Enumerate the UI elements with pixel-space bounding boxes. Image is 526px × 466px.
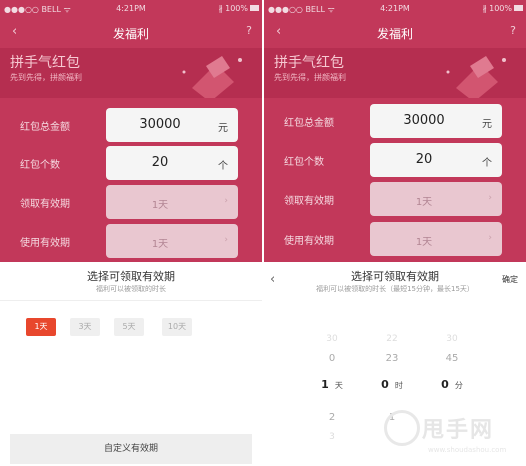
picker-item: 23	[385, 353, 399, 364]
total-amount-row: 红包总金额 30000 元	[284, 104, 504, 138]
sheet-subtitle: 福利可以被领取的时长（最短15分钟，最长15天）	[316, 285, 474, 293]
battery-label: ∦ 100%	[482, 4, 512, 13]
envelope-count-value: 20	[415, 152, 433, 167]
claim-period-row: 领取有效期 1天 ›	[20, 185, 240, 219]
picker-item: 3	[329, 432, 335, 442]
chevron-right-icon: ›	[488, 193, 492, 203]
picker-selected-item: 0时	[362, 378, 422, 391]
period-option-1-day[interactable]: 1天	[26, 318, 56, 336]
envelope-count-row: 红包个数 20 个	[284, 143, 504, 177]
days-picker-column[interactable]: 30 0 1天 2 3	[302, 328, 362, 452]
claim-period-value: 1天	[151, 200, 169, 211]
envelope-count-value: 20	[151, 155, 169, 170]
envelope-count-unit: 个	[218, 161, 228, 172]
site-watermark: 甩手网 www.shoudashou.com	[378, 404, 526, 466]
minutes-value: 0	[441, 378, 449, 391]
nav-bar: ‹ 发福利 ?	[0, 18, 262, 48]
right-screenshot: ●●●○○ BELL ᯤ 4:21PM ∦ 100% ‹ 发福利 ? 拼手气红包…	[264, 0, 526, 466]
envelope-count-input[interactable]: 20 个	[370, 143, 502, 177]
claim-period-row: 领取有效期 1天 ›	[284, 182, 504, 216]
question-icon[interactable]: ?	[510, 24, 516, 37]
page-title: 发福利	[112, 27, 149, 41]
use-period-value: 1天	[415, 237, 433, 248]
use-period-row: 使用有效期 1天 ›	[20, 224, 240, 258]
sheet-subtitle: 福利可以被领取的时长	[96, 285, 166, 293]
use-period-value: 1天	[151, 239, 169, 250]
watermark-url: www.shoudashou.com	[428, 446, 507, 454]
total-amount-input[interactable]: 30000 元	[106, 108, 238, 142]
days-value: 1	[321, 378, 329, 391]
use-period-label: 使用有效期	[20, 238, 70, 249]
picker-item: 22	[386, 334, 398, 344]
claim-period-label: 领取有效期	[284, 196, 334, 207]
red-background: ●●●○○ BELL ᯤ 4:21PM ∦ 100% ‹ 发福利 ? 拼手气红包…	[264, 0, 526, 262]
question-icon[interactable]: ?	[246, 24, 252, 37]
status-bar: ●●●○○ BELL ᯤ 4:21PM ∦ 100%	[0, 0, 262, 18]
banner-subtitle: 先到先得，拼颜福利	[274, 73, 346, 82]
period-sheet: 选择可领取有效期 福利可以被领取的时长 1天 3天 5天 10天 自定义有效期	[0, 262, 262, 466]
hours-value: 0	[381, 378, 389, 391]
red-envelope-illustration	[182, 56, 242, 98]
chevron-right-icon: ›	[488, 233, 492, 243]
banner-title: 拼手气红包	[274, 55, 344, 71]
nav-bar: ‹ 发福利 ?	[264, 18, 526, 48]
envelope-count-unit: 个	[482, 158, 492, 169]
left-screenshot: ●●●○○ BELL ᯤ 4:21PM ∦ 100% ‹ 发福利 ? 拼手气红包…	[0, 0, 262, 466]
hours-unit: 时	[394, 381, 403, 390]
total-amount-label: 红包总金额	[20, 122, 70, 133]
claim-period-value: 1天	[415, 197, 433, 208]
picker-selected-item: 0分	[422, 378, 482, 391]
battery-icon	[514, 5, 523, 11]
total-amount-row: 红包总金额 30000 元	[20, 108, 240, 142]
battery-label: ∦ 100%	[218, 4, 248, 13]
watermark-logo-icon	[384, 410, 420, 446]
claim-period-label: 领取有效期	[20, 199, 70, 210]
picker-item: 30	[446, 334, 458, 344]
period-option-5-days[interactable]: 5天	[114, 318, 144, 336]
envelope-count-label: 红包个数	[20, 160, 60, 171]
period-option-10-days[interactable]: 10天	[162, 318, 192, 336]
page-title: 发福利	[376, 27, 413, 41]
envelope-count-input[interactable]: 20 个	[106, 146, 238, 180]
use-period-label: 使用有效期	[284, 236, 334, 247]
red-envelope-illustration	[446, 56, 506, 98]
picker-item: 45	[445, 353, 459, 364]
days-unit: 天	[334, 381, 343, 390]
picker-selected-item: 1天	[302, 378, 362, 391]
total-amount-unit: 元	[482, 119, 492, 130]
banner-subtitle: 先到先得，拼颜福利	[10, 73, 82, 82]
status-bar: ●●●○○ BELL ᯤ 4:21PM ∦ 100%	[264, 0, 526, 18]
banner: 拼手气红包 先到先得，拼颜福利	[264, 48, 526, 98]
total-amount-label: 红包总金额	[284, 118, 334, 129]
total-amount-value: 30000	[139, 117, 181, 132]
total-amount-input[interactable]: 30000 元	[370, 104, 502, 138]
claim-period-select[interactable]: 1天 ›	[370, 182, 502, 216]
picker-item: 0	[328, 353, 336, 364]
custom-period-button[interactable]: 自定义有效期	[10, 434, 252, 464]
claim-period-select[interactable]: 1天 ›	[106, 185, 238, 219]
envelope-count-label: 红包个数	[284, 157, 324, 168]
total-amount-unit: 元	[218, 123, 228, 134]
use-period-row: 使用有效期 1天 ›	[284, 222, 504, 256]
red-background: ●●●○○ BELL ᯤ 4:21PM ∦ 100% ‹ 发福利 ? 拼手气红包…	[0, 0, 262, 262]
banner: 拼手气红包 先到先得，拼颜福利	[0, 48, 262, 98]
use-period-select[interactable]: 1天 ›	[106, 224, 238, 258]
banner-title: 拼手气红包	[10, 55, 80, 71]
battery-icon	[250, 5, 259, 11]
use-period-select[interactable]: 1天 ›	[370, 222, 502, 256]
sheet-title: 选择可领取有效期	[351, 270, 439, 283]
confirm-button[interactable]: 确定	[502, 274, 518, 285]
chevron-right-icon: ›	[224, 196, 228, 206]
chevron-right-icon: ›	[224, 235, 228, 245]
picker-item: 30	[326, 334, 338, 344]
envelope-count-row: 红包个数 20 个	[20, 146, 240, 180]
sheet-title: 选择可领取有效期	[87, 270, 175, 283]
period-option-3-days[interactable]: 3天	[70, 318, 100, 336]
total-amount-value: 30000	[403, 113, 445, 128]
minutes-unit: 分	[454, 381, 463, 390]
watermark-text: 甩手网	[422, 418, 495, 443]
picker-item: 2	[328, 412, 336, 423]
divider	[0, 300, 262, 301]
